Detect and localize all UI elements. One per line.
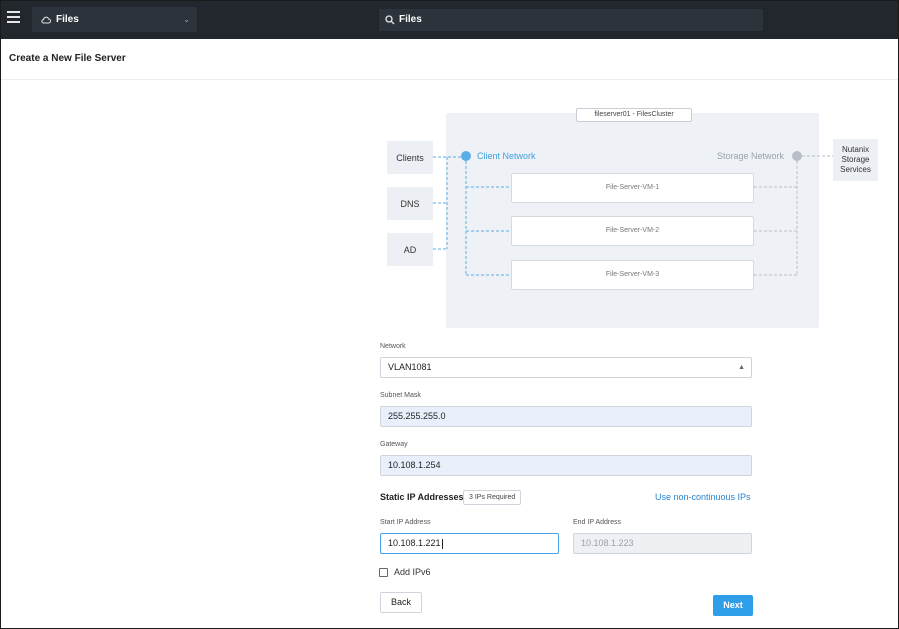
nutanix-line-3: Services xyxy=(840,165,871,174)
app-window: Files ⌄ Create a New File Server xyxy=(0,0,899,629)
ips-required-badge: 3 IPs Required xyxy=(463,490,522,505)
end-ip-value: 10.108.1.223 xyxy=(581,538,634,548)
back-button[interactable]: Back xyxy=(380,592,422,613)
add-ipv6-checkbox[interactable] xyxy=(379,568,388,578)
client-network-node xyxy=(461,151,471,161)
network-diagram: fileserver01 - FilesCluster Clients DNS … xyxy=(1,1,898,341)
cluster-label: fileserver01 - FilesCluster xyxy=(576,108,692,122)
ad-box: AD xyxy=(387,233,433,266)
add-ipv6-label: Add IPv6 xyxy=(394,567,431,577)
start-ip-label: Start IP Address xyxy=(380,519,431,526)
dns-box: DNS xyxy=(387,187,433,220)
start-ip-value: 10.108.1.221 xyxy=(388,538,441,548)
add-ipv6-row[interactable]: Add IPv6 xyxy=(379,567,431,578)
subnet-mask-label: Subnet Mask xyxy=(380,392,421,399)
storage-network-label: Storage Network xyxy=(717,151,785,161)
storage-network-node xyxy=(792,151,802,161)
static-ip-title: Static IP Addresses xyxy=(380,492,464,502)
client-network-label: Client Network xyxy=(477,151,536,161)
gateway-input[interactable]: 10.108.1.254 xyxy=(380,455,752,476)
subnet-mask-input[interactable]: 255.255.255.0 xyxy=(380,406,752,427)
clients-box: Clients xyxy=(387,141,433,174)
vm-box-3: File-Server-VM-3 xyxy=(511,260,754,290)
vm-box-1: File-Server-VM-1 xyxy=(511,173,754,203)
gateway-value: 10.108.1.254 xyxy=(388,460,441,470)
network-value: VLAN1081 xyxy=(388,362,432,372)
nutanix-line-1: Nutanix xyxy=(841,145,870,154)
network-wires xyxy=(433,155,833,276)
network-select[interactable]: VLAN1081 ▲︎ xyxy=(380,357,752,378)
start-ip-input[interactable]: 10.108.1.221 xyxy=(380,533,559,554)
end-ip-input: 10.108.1.223 xyxy=(573,533,752,554)
subnet-mask-value: 255.255.255.0 xyxy=(388,411,446,421)
end-ip-label: End IP Address xyxy=(573,519,622,526)
nutanix-storage-services-box: Nutanix Storage Services xyxy=(833,139,878,181)
network-label: Network xyxy=(380,343,406,350)
nutanix-line-2: Storage xyxy=(841,155,870,164)
vm-box-2: File-Server-VM-2 xyxy=(511,216,754,246)
gateway-label: Gateway xyxy=(380,441,408,448)
use-noncontinuous-ips-link[interactable]: Use non-continuous IPs xyxy=(655,492,751,502)
select-caret-icon: ▲︎ xyxy=(738,364,745,371)
next-button[interactable]: Next xyxy=(713,595,753,616)
